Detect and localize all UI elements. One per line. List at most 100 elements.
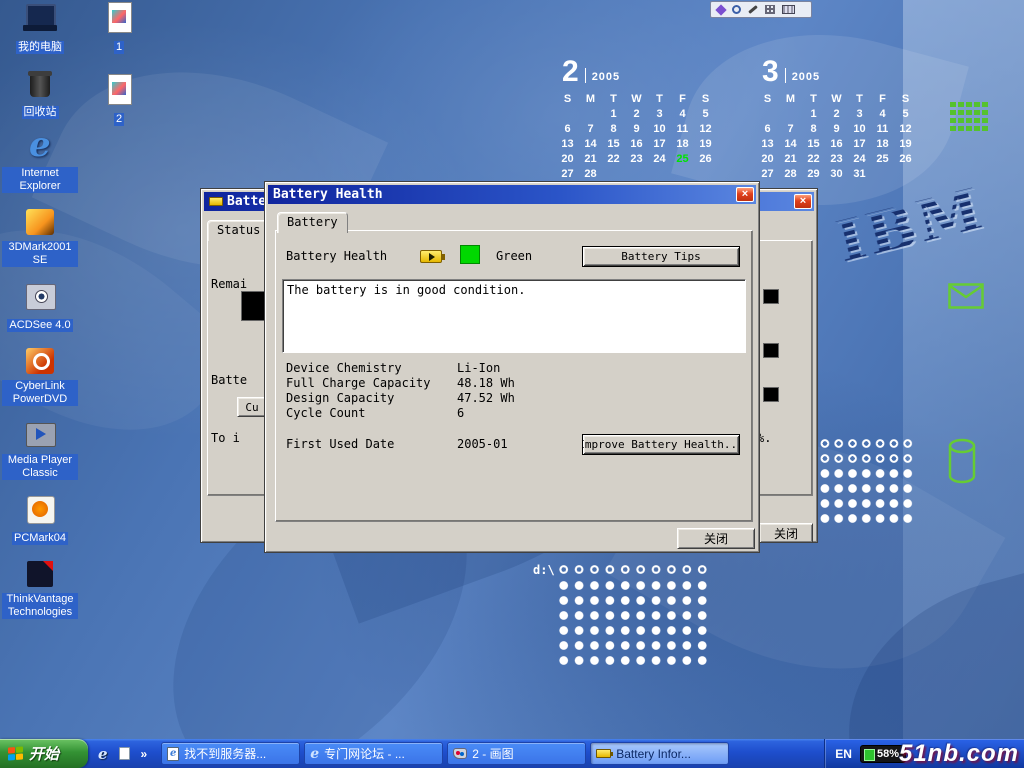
improve-battery-health-button[interactable]: Improve Battery Health... [582, 434, 740, 455]
desktop-icon-label: 1 [114, 41, 124, 54]
desktop-icon-internet-explorer[interactable]: Internet Explorer [2, 132, 78, 194]
desktop-icon-powerdvd[interactable]: CyberLink PowerDVD [2, 345, 78, 407]
taskbar-item-label: Battery Infor... [616, 747, 691, 761]
calendar-day: 27 [756, 168, 779, 180]
recycle-bin-icon [22, 67, 58, 99]
battery-icon [596, 749, 611, 758]
calendar-day: 10 [848, 123, 871, 135]
calendar-weekday: T [602, 93, 625, 105]
battery-tips-button[interactable]: Battery Tips [582, 246, 740, 267]
tab-status[interactable]: Status [207, 220, 270, 241]
desktop-icon-label: 回收站 [22, 106, 59, 119]
calendar-day: 12 [894, 123, 917, 135]
battery-health-titlebar[interactable]: Battery Health [268, 185, 756, 204]
internet-explorer-icon[interactable]: e [98, 745, 108, 763]
calendar-day: 5 [694, 108, 717, 120]
condition-textbox[interactable]: The battery is in good condition. [282, 279, 746, 353]
keyboard-icon[interactable] [782, 5, 795, 14]
calendar-day: 16 [625, 138, 648, 150]
taskbar-item-paint[interactable]: 2 - 画图 [447, 742, 586, 765]
calendar-divider [585, 68, 586, 83]
start-button[interactable]: 开始 [0, 739, 88, 768]
calendar-weekday: S [756, 93, 779, 105]
calendar-march: 3 2005 SMTWTFS12345678910111213141516171… [756, 52, 921, 180]
grid-icon[interactable] [765, 5, 775, 14]
calendar-weekday: M [579, 93, 602, 105]
document-icon[interactable] [119, 747, 130, 760]
calendar-day [579, 108, 602, 120]
taskbar-item-server-not-found[interactable]: e 找不到服务器... [161, 742, 300, 765]
chevron-more-icon[interactable]: » [141, 747, 148, 761]
calendar-day: 11 [671, 123, 694, 135]
gauge-square [763, 387, 779, 402]
desktop-icon-label: Internet Explorer [2, 167, 78, 193]
media-player-classic-icon [22, 419, 58, 451]
keypad-grid-icon [950, 102, 988, 134]
dot-pattern [818, 466, 915, 526]
calendar-day: 17 [648, 138, 671, 150]
paint-icon [453, 748, 467, 759]
close-button[interactable]: 关闭 [759, 523, 813, 543]
close-icon[interactable] [736, 187, 754, 202]
close-icon[interactable] [794, 194, 812, 209]
calendar-weekday: T [848, 93, 871, 105]
calendar-day: 5 [894, 108, 917, 120]
calendar-day [556, 108, 579, 120]
ie-page-icon: e [167, 747, 179, 761]
calendar-day: 19 [894, 138, 917, 150]
taskbar-item-forum[interactable]: e 专门网论坛 - ... [304, 742, 443, 765]
field-value: 48.18 Wh [457, 376, 515, 390]
desktop-icon-jpg[interactable]: 1 [81, 2, 157, 55]
field-label: First Used Date [286, 437, 394, 451]
language-indicator[interactable]: EN [835, 747, 852, 761]
calendar-day: 17 [848, 138, 871, 150]
taskbar-item-label: 2 - 画图 [472, 745, 513, 762]
desktop-icon-recycle-bin[interactable]: 回收站 [2, 67, 78, 120]
desktop-mini-toolbar[interactable] [710, 1, 812, 18]
volume-icon[interactable] [732, 5, 741, 14]
desktop-icon-acdsee[interactable]: ACDSee 4.0 [2, 280, 78, 333]
calendar-day: 28 [579, 168, 602, 180]
calendar-weekday: S [556, 93, 579, 105]
calendar-day: 8 [802, 123, 825, 135]
internet-explorer-icon [22, 132, 58, 164]
field-row: Full Charge Capacity 48.18 Wh [286, 376, 742, 391]
close-button[interactable]: 关闭 [677, 528, 755, 549]
calendar-day: 30 [825, 168, 848, 180]
media-icon[interactable] [715, 4, 726, 15]
calendar-day: 14 [579, 138, 602, 150]
quick-launch: e » [88, 745, 157, 763]
calendar-day: 16 [825, 138, 848, 150]
windows-logo-icon [8, 746, 23, 761]
gauge-square [763, 289, 779, 304]
calendar-grid: SMTWTFS123456789101112131415161718192021… [756, 93, 921, 180]
pen-icon[interactable] [748, 5, 758, 14]
calendar-day: 8 [602, 123, 625, 135]
taskbar-item-label: 找不到服务器... [184, 745, 266, 762]
desktop-icon-thinkvantage[interactable]: ThinkVantage Technologies [2, 558, 78, 620]
calendar-day: 23 [825, 153, 848, 165]
field-value: 47.52 Wh [457, 391, 515, 405]
calendar-day: 15 [802, 138, 825, 150]
desktop-icon-pcmark[interactable]: PCMark04 [2, 493, 78, 546]
desktop-icon-3dmark[interactable]: 3DMark2001 SE [2, 206, 78, 268]
my-computer-icon [22, 2, 58, 34]
desktop-icon-my-computer[interactable]: 我的电脑 [2, 2, 78, 55]
remaining-label: Remai [211, 277, 247, 291]
field-row: Design Capacity 47.52 Wh [286, 391, 742, 406]
calendar-day: 22 [602, 153, 625, 165]
desktop-icon-label: PCMark04 [12, 532, 68, 545]
desktop-icon-media-player-classic[interactable]: Media Player Classic [2, 419, 78, 481]
battery-label: Batte [211, 373, 247, 387]
taskbar-item-battery-information[interactable]: Battery Infor... [590, 742, 729, 765]
field-row: Device Chemistry Li-Ion [286, 361, 742, 376]
custom-button[interactable]: Cu [237, 397, 267, 417]
note-text: To i [211, 431, 240, 445]
desktop-icon-label: ACDSee 4.0 [7, 319, 72, 332]
field-label: Device Chemistry [286, 361, 402, 375]
calendar-day: 4 [671, 108, 694, 120]
desktop-icon-jpg[interactable]: 2 [81, 74, 157, 127]
field-label: Full Charge Capacity [286, 376, 431, 390]
tab-battery[interactable]: Battery [277, 212, 348, 233]
desktop-icon-label: 2 [114, 113, 124, 126]
